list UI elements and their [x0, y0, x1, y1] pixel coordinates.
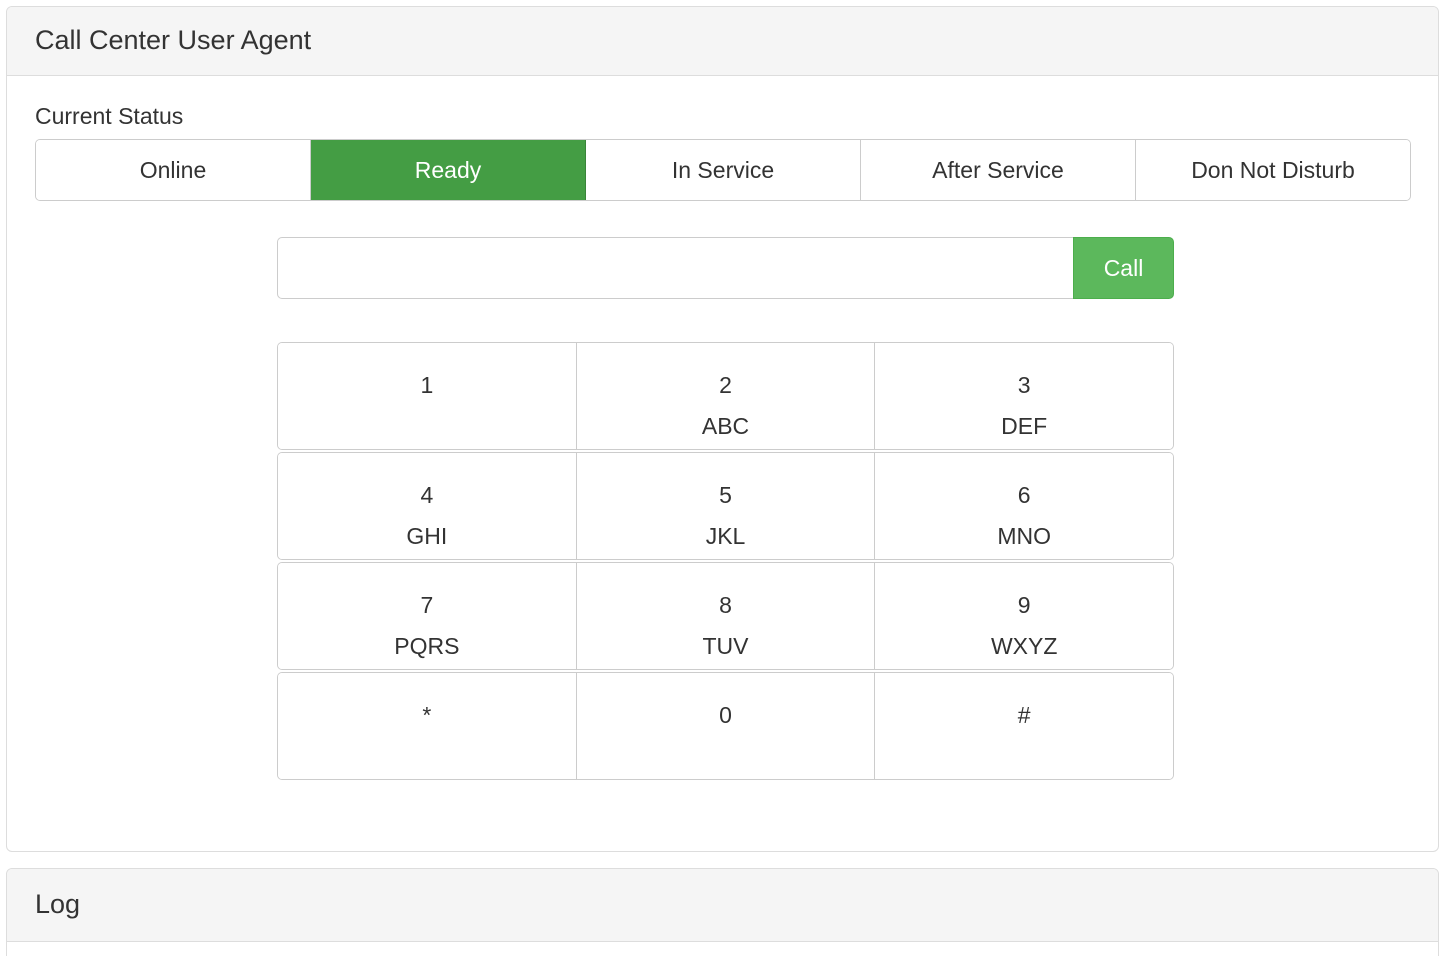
dialer-area: Call 1 2 ABC 3 DEF	[277, 237, 1174, 780]
key-letters	[875, 742, 1173, 770]
key-digit: 0	[577, 701, 875, 729]
key-letters: DEF	[875, 412, 1173, 440]
key-digit: 3	[875, 371, 1173, 399]
key-letters: PQRS	[278, 632, 576, 660]
key-letters	[278, 412, 576, 440]
keypad-key-0[interactable]: 0	[577, 673, 876, 779]
key-digit: *	[278, 701, 576, 729]
key-letters: TUV	[577, 632, 875, 660]
key-letters	[278, 742, 576, 770]
log-panel-header: Log	[7, 869, 1438, 942]
status-button-in-service[interactable]: In Service	[586, 140, 861, 200]
log-panel-title: Log	[35, 887, 1410, 921]
call-button[interactable]: Call	[1073, 237, 1174, 299]
keypad-key-hash[interactable]: #	[875, 673, 1173, 779]
key-letters	[577, 742, 875, 770]
current-status-label: Current Status	[35, 102, 1410, 130]
keypad-key-5[interactable]: 5 JKL	[577, 453, 876, 559]
keypad-row: * 0 #	[277, 672, 1174, 780]
page-title: Call Center User Agent	[35, 23, 1410, 57]
keypad-row: 7 PQRS 8 TUV 9 WXYZ	[277, 562, 1174, 670]
dial-input-group: Call	[277, 237, 1174, 299]
keypad-row: 4 GHI 5 JKL 6 MNO	[277, 452, 1174, 560]
panel-header: Call Center User Agent	[7, 7, 1438, 76]
keypad-row: 1 2 ABC 3 DEF	[277, 342, 1174, 450]
log-panel: Log	[6, 868, 1439, 956]
key-letters: JKL	[577, 522, 875, 550]
status-button-after-service[interactable]: After Service	[861, 140, 1136, 200]
key-digit: 1	[278, 371, 576, 399]
key-letters: MNO	[875, 522, 1173, 550]
phone-number-input[interactable]	[277, 237, 1073, 299]
key-letters: WXYZ	[875, 632, 1173, 660]
key-digit: 2	[577, 371, 875, 399]
app-root: Call Center User Agent Current Status On…	[0, 0, 1446, 956]
keypad-key-9[interactable]: 9 WXYZ	[875, 563, 1173, 669]
key-digit: 6	[875, 481, 1173, 509]
call-center-panel: Call Center User Agent Current Status On…	[6, 6, 1439, 852]
panel-body: Current Status Online Ready In Service A…	[7, 76, 1438, 810]
status-button-online[interactable]: Online	[36, 140, 311, 200]
key-digit: 4	[278, 481, 576, 509]
status-button-group: Online Ready In Service After Service Do…	[35, 139, 1411, 201]
dial-keypad: 1 2 ABC 3 DEF	[277, 342, 1174, 780]
key-digit: 8	[577, 591, 875, 619]
status-button-ready[interactable]: Ready	[311, 140, 586, 200]
keypad-key-8[interactable]: 8 TUV	[577, 563, 876, 669]
status-button-do-not-disturb[interactable]: Don Not Disturb	[1136, 140, 1410, 200]
keypad-key-1[interactable]: 1	[278, 343, 577, 449]
key-digit: 5	[577, 481, 875, 509]
keypad-key-7[interactable]: 7 PQRS	[278, 563, 577, 669]
keypad-key-4[interactable]: 4 GHI	[278, 453, 577, 559]
keypad-key-6[interactable]: 6 MNO	[875, 453, 1173, 559]
key-letters: GHI	[278, 522, 576, 550]
key-letters: ABC	[577, 412, 875, 440]
key-digit: 9	[875, 591, 1173, 619]
key-digit: #	[875, 701, 1173, 729]
key-digit: 7	[278, 591, 576, 619]
keypad-key-2[interactable]: 2 ABC	[577, 343, 876, 449]
keypad-key-star[interactable]: *	[278, 673, 577, 779]
keypad-key-3[interactable]: 3 DEF	[875, 343, 1173, 449]
